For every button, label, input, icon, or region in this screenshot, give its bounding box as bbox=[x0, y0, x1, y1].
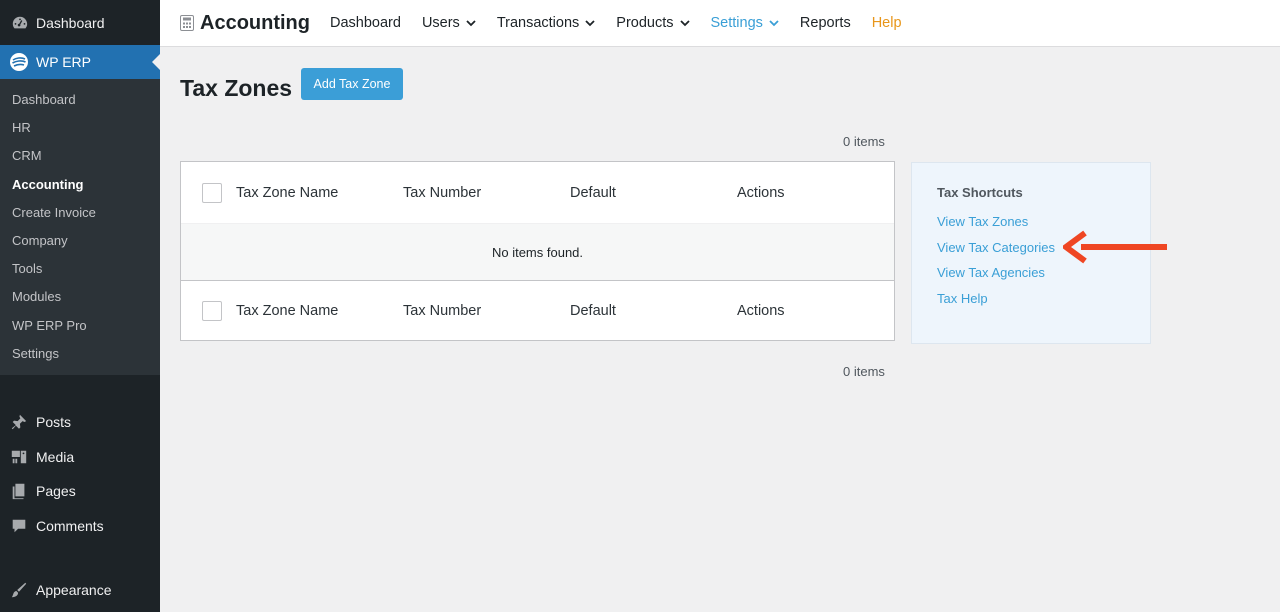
column-header-tax-number[interactable]: Tax Number bbox=[403, 185, 481, 201]
sidebar-item-comments[interactable]: Comments bbox=[0, 508, 160, 543]
sidebar-separator bbox=[0, 375, 160, 405]
submenu-item-tools[interactable]: Tools bbox=[0, 255, 160, 283]
calculator-icon bbox=[180, 15, 194, 31]
sidebar-item-label: Comments bbox=[36, 517, 104, 534]
link-view-tax-agencies[interactable]: View Tax Agencies bbox=[937, 265, 1045, 280]
brush-icon bbox=[9, 580, 29, 600]
wp-erp-logo-icon bbox=[8, 51, 30, 73]
sidebar-separator bbox=[0, 543, 160, 573]
add-tax-zone-button[interactable]: Add Tax Zone bbox=[301, 68, 403, 100]
nav-products[interactable]: Products bbox=[616, 15, 690, 31]
sidebar-item-label: Media bbox=[36, 448, 75, 465]
nav-label: Dashboard bbox=[330, 15, 401, 31]
empty-state-row: No items found. bbox=[181, 223, 894, 280]
submenu-item-accounting[interactable]: Accounting bbox=[0, 171, 160, 199]
column-header-actions: Actions bbox=[737, 184, 785, 201]
column-header-tax-zone-name[interactable]: Tax Zone Name bbox=[236, 185, 338, 201]
media-icon bbox=[9, 447, 29, 467]
submenu-item-create-invoice[interactable]: Create Invoice bbox=[0, 199, 160, 227]
pin-icon bbox=[9, 412, 29, 432]
chevron-down-icon bbox=[679, 19, 690, 27]
sidebar-item-label: Pages bbox=[36, 483, 76, 500]
select-all-checkbox[interactable] bbox=[202, 182, 222, 203]
nav-label: Products bbox=[616, 15, 674, 31]
nav-dashboard[interactable]: Dashboard bbox=[330, 15, 401, 31]
link-view-tax-categories[interactable]: View Tax Categories bbox=[937, 240, 1055, 255]
select-all-checkbox-footer[interactable] bbox=[202, 300, 222, 321]
sidebar-item-appearance[interactable]: Appearance bbox=[0, 573, 160, 608]
nav-reports[interactable]: Reports bbox=[800, 15, 851, 31]
items-count-bottom: 0 items bbox=[843, 364, 885, 379]
nav-settings[interactable]: Settings bbox=[711, 15, 779, 31]
page-title: Tax Zones bbox=[180, 75, 293, 101]
nav-label: Transactions bbox=[496, 15, 580, 31]
chevron-down-icon bbox=[466, 19, 476, 27]
submenu-item-hr[interactable]: HR bbox=[0, 114, 160, 142]
column-footer-tax-number[interactable]: Tax Number bbox=[403, 303, 481, 319]
submenu-item-modules[interactable]: Modules bbox=[0, 283, 160, 311]
tax-zones-table: Tax Zone Name Tax Number Default Actions… bbox=[180, 161, 895, 341]
submenu-item-company[interactable]: Company bbox=[0, 227, 160, 255]
submenu-item-wp-erp-pro[interactable]: WP ERP Pro bbox=[0, 312, 160, 340]
column-footer-actions: Actions bbox=[737, 302, 785, 319]
table-header-row: Tax Zone Name Tax Number Default Actions bbox=[181, 162, 894, 223]
brand-title: Accounting bbox=[200, 11, 310, 34]
accounting-nav: Dashboard Users Transactions Products Se… bbox=[330, 15, 923, 31]
sidebar-item-dashboard[interactable]: Dashboard bbox=[0, 0, 160, 45]
dashboard-icon bbox=[10, 13, 30, 33]
sidebar-item-label: Appearance bbox=[36, 582, 112, 599]
accounting-topbar: Accounting Dashboard Users Transactions … bbox=[160, 0, 1280, 47]
sidebar-item-media[interactable]: Media bbox=[0, 439, 160, 474]
sidebar-item-label: WP ERP bbox=[36, 54, 91, 70]
comment-icon bbox=[9, 516, 29, 536]
items-count-top: 0 items bbox=[843, 134, 885, 149]
nav-label: Settings bbox=[710, 15, 763, 31]
sidebar-item-pages[interactable]: Pages bbox=[0, 474, 160, 509]
link-view-tax-zones[interactable]: View Tax Zones bbox=[937, 214, 1028, 229]
submenu-item-settings[interactable]: Settings bbox=[0, 340, 160, 368]
pages-icon bbox=[9, 481, 29, 501]
sidebar-item-label: Posts bbox=[36, 414, 72, 431]
empty-message: No items found. bbox=[491, 244, 584, 260]
shortcuts-title: Tax Shortcuts bbox=[937, 185, 1023, 200]
sidebar-item-posts[interactable]: Posts bbox=[0, 405, 160, 440]
nav-help[interactable]: Help bbox=[872, 15, 902, 31]
nav-label: Help bbox=[871, 15, 902, 31]
sidebar-item-wp-erp[interactable]: WP ERP bbox=[0, 45, 160, 79]
table-footer-row: Tax Zone Name Tax Number Default Actions bbox=[181, 280, 894, 340]
column-footer-default[interactable]: Default bbox=[570, 303, 616, 319]
submenu-item-dashboard[interactable]: Dashboard bbox=[0, 86, 160, 114]
annotation-arrow-icon bbox=[1060, 229, 1169, 270]
column-footer-tax-zone-name[interactable]: Tax Zone Name bbox=[236, 303, 338, 319]
chevron-down-icon bbox=[769, 19, 779, 27]
nav-users[interactable]: Users bbox=[422, 15, 476, 31]
chevron-down-icon bbox=[585, 19, 595, 27]
column-header-default[interactable]: Default bbox=[570, 185, 616, 201]
link-tax-help[interactable]: Tax Help bbox=[937, 291, 988, 306]
nav-transactions[interactable]: Transactions bbox=[497, 15, 595, 31]
submenu-item-crm[interactable]: CRM bbox=[0, 142, 160, 170]
wp-erp-submenu: Dashboard HR CRM Accounting Create Invoi… bbox=[0, 79, 160, 375]
sidebar-item-label: Dashboard bbox=[36, 14, 105, 31]
nav-label: Reports bbox=[799, 15, 851, 31]
accounting-brand[interactable]: Accounting bbox=[180, 12, 310, 35]
nav-label: Users bbox=[421, 15, 460, 31]
admin-sidebar: Dashboard WP ERP Dashboard HR CRM Accoun… bbox=[0, 0, 160, 612]
